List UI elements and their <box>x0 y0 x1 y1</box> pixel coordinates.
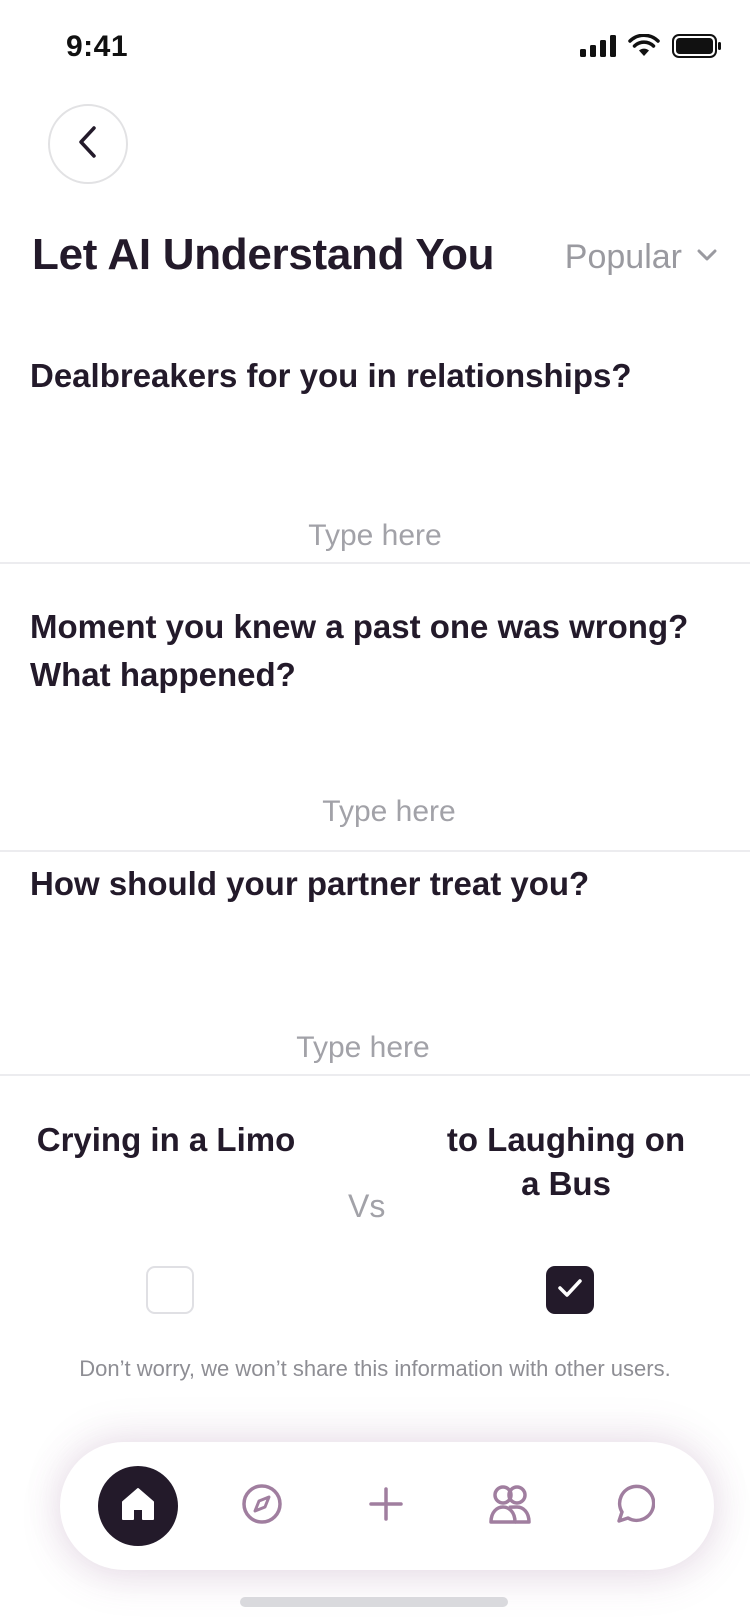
battery-icon <box>672 34 722 58</box>
signal-icon <box>580 35 616 57</box>
checkmark-icon <box>557 1278 583 1303</box>
divider <box>0 1074 750 1076</box>
wifi-icon <box>628 34 660 58</box>
nav-discover[interactable] <box>222 1466 302 1546</box>
choice-left-checkbox[interactable] <box>146 1266 194 1314</box>
status-icons <box>580 34 722 58</box>
home-icon <box>118 1484 158 1529</box>
answer-input-past-relationship[interactable] <box>14 790 750 834</box>
nav-chat[interactable] <box>594 1466 674 1546</box>
divider <box>0 562 750 564</box>
home-indicator <box>240 1597 508 1607</box>
sort-dropdown[interactable]: Popular <box>565 238 718 277</box>
sort-label: Popular <box>564 238 682 276</box>
answer-input-dealbreakers[interactable] <box>0 514 750 558</box>
choice-right-checkbox[interactable] <box>546 1266 594 1314</box>
chevron-left-icon <box>76 125 100 164</box>
question-past-relationship: Moment you knew a past one was wrong? Wh… <box>30 608 689 693</box>
compass-icon <box>241 1483 283 1530</box>
back-button[interactable] <box>48 104 128 184</box>
status-time: 9:41 <box>66 30 129 63</box>
answer-input-partner-treatment[interactable] <box>0 1026 738 1070</box>
privacy-note: Don’t worry, we won’t share this informa… <box>79 1356 671 1381</box>
status-bar: 9:41 <box>0 0 750 96</box>
nav-create[interactable] <box>346 1466 426 1546</box>
bottom-nav <box>60 1442 714 1570</box>
choice-left-label: Crying in a Limo <box>36 1121 296 1158</box>
question-dealbreakers: Dealbreakers for you in relationships? <box>30 357 632 394</box>
vs-label: Vs <box>348 1188 386 1224</box>
divider <box>0 850 750 852</box>
people-icon <box>488 1483 532 1530</box>
chevron-down-icon <box>696 248 718 267</box>
nav-people[interactable] <box>470 1466 550 1546</box>
nav-home[interactable] <box>98 1466 178 1546</box>
question-partner-treatment: How should your partner treat you? <box>30 865 590 902</box>
chat-icon <box>613 1483 656 1530</box>
plus-icon <box>368 1486 404 1527</box>
choice-right-label: to Laughing on a Bus <box>446 1121 686 1202</box>
page-title: Let AI Understand You <box>32 230 495 279</box>
